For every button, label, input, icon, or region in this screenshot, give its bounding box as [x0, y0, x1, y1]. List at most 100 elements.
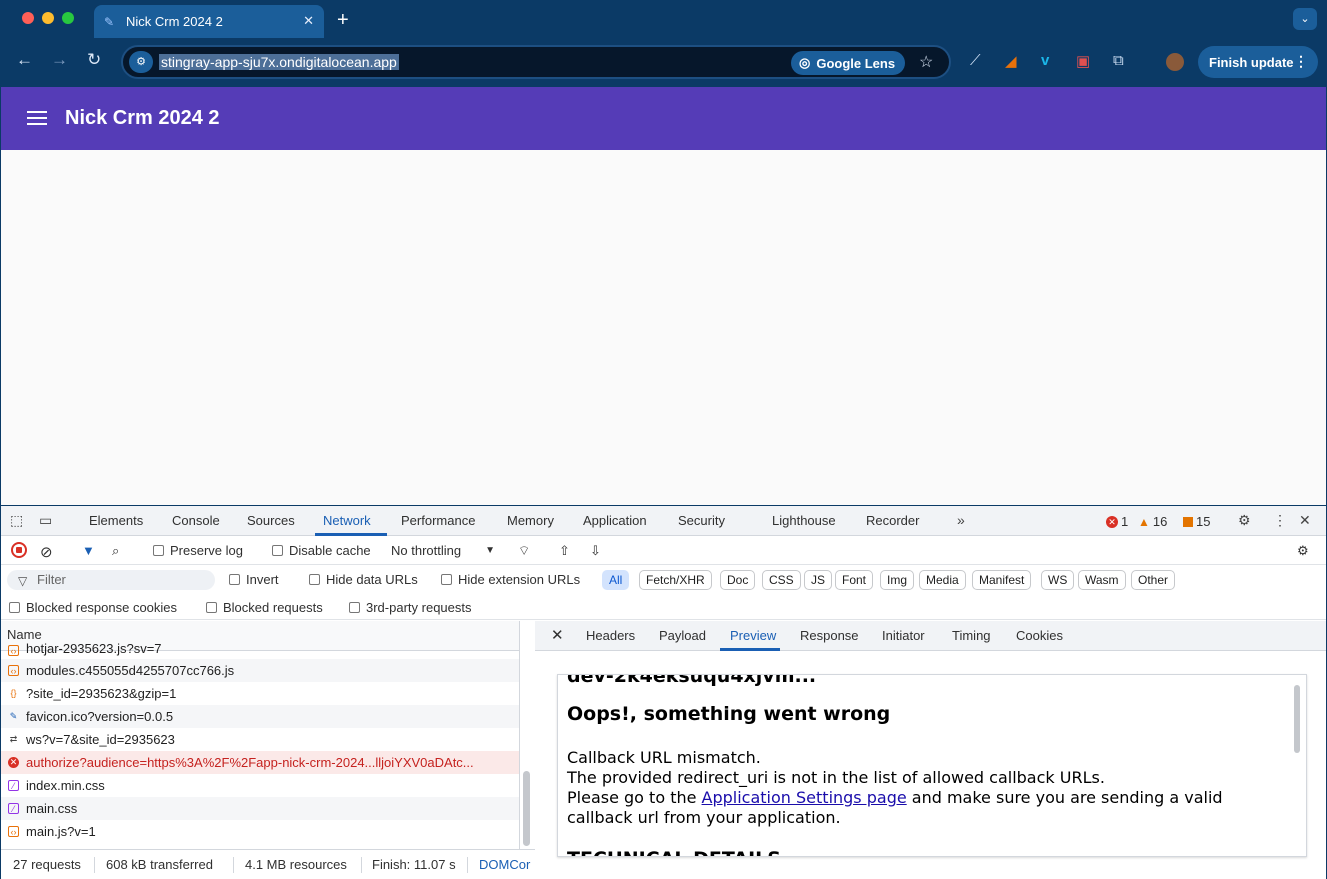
xhr-icon: {}	[10, 688, 17, 698]
preview-scrollbar[interactable]	[1294, 685, 1300, 753]
filter-funnel-icon[interactable]: ▼	[82, 543, 95, 558]
preserve-log-checkbox[interactable]: Preserve log	[153, 543, 243, 558]
close-tab-icon[interactable]: ✕	[303, 13, 314, 29]
site-settings-icon[interactable]: ⚙	[129, 51, 153, 73]
table-row[interactable]: ⇄ ws?v=7&site_id=2935623	[1, 728, 519, 751]
zoom-window-button[interactable]	[62, 12, 74, 24]
browser-tab[interactable]: ✎ Nick Crm 2024 2 ✕	[94, 5, 324, 38]
customize-menu-icon[interactable]: ⋮	[1273, 512, 1287, 529]
clear-icon[interactable]: ⊘	[40, 543, 53, 561]
type-filter-wasm[interactable]: Wasm	[1078, 570, 1126, 590]
image-file-icon: ✎	[9, 711, 18, 721]
tab-timing[interactable]: Timing	[952, 628, 991, 643]
warning-count[interactable]: ▲ 16	[1138, 514, 1167, 529]
vimeo-extension-icon[interactable]: v	[1041, 52, 1049, 69]
tab-headers[interactable]: Headers	[586, 628, 635, 643]
tab-memory[interactable]: Memory	[507, 513, 554, 528]
new-tab-icon[interactable]: +	[337, 9, 349, 32]
minimize-window-button[interactable]	[42, 12, 54, 24]
checkbox-icon	[153, 545, 164, 556]
invert-checkbox[interactable]: Invert	[229, 572, 279, 587]
active-tab-indicator	[315, 533, 387, 536]
table-row[interactable]: ⁄ main.css	[1, 797, 519, 820]
type-filter-fetch-xhr[interactable]: Fetch/XHR	[639, 570, 712, 590]
close-devtools-icon[interactable]: ✕	[1299, 512, 1311, 529]
tab-application[interactable]: Application	[583, 513, 647, 528]
filter-input[interactable]: ▽ Filter	[7, 570, 215, 590]
tab-search-icon[interactable]: ⌄	[1293, 8, 1317, 30]
settings-gear-icon[interactable]: ⚙	[1238, 512, 1251, 529]
extensions-puzzle-icon[interactable]: ⧉	[1113, 52, 1124, 69]
type-filter-font[interactable]: Font	[835, 570, 874, 590]
tab-payload[interactable]: Payload	[659, 628, 706, 643]
error-icon: ✕	[8, 757, 19, 768]
extension-4-icon[interactable]: ▣	[1076, 52, 1090, 70]
more-tabs-icon[interactable]: »	[957, 512, 965, 528]
type-filter-css[interactable]: CSS	[762, 570, 801, 590]
finish-update-button[interactable]: Finish update ⋮	[1198, 46, 1318, 78]
type-filter-manifest[interactable]: Manifest	[972, 570, 1032, 590]
import-har-icon[interactable]: ⇧	[559, 543, 570, 559]
table-row[interactable]: ⁄ index.min.css	[1, 774, 519, 797]
export-har-icon[interactable]: ⇩	[590, 543, 601, 559]
reload-icon[interactable]: ↻	[87, 50, 101, 70]
table-row[interactable]: ‹› hotjar-2935623.js?sv=7	[1, 643, 519, 659]
hide-data-urls-label: Hide data URLs	[326, 572, 418, 587]
tab-initiator[interactable]: Initiator	[882, 628, 925, 643]
throttling-select[interactable]: No throttling ▼	[391, 543, 495, 558]
table-row[interactable]: {} ?site_id=2935623&gzip=1	[1, 682, 519, 705]
type-filter-other[interactable]: Other	[1131, 570, 1176, 590]
tab-cookies[interactable]: Cookies	[1016, 628, 1063, 643]
table-row[interactable]: ‹› main.js?v=1	[1, 820, 519, 843]
type-filter-media[interactable]: Media	[919, 570, 966, 590]
tab-performance[interactable]: Performance	[401, 513, 475, 528]
address-bar[interactable]: ⚙ stingray-app-sju7x.ondigitalocean.app …	[121, 45, 951, 79]
type-filter-all[interactable]: All	[602, 570, 630, 590]
type-filter-doc[interactable]: Doc	[720, 570, 756, 590]
profile-avatar[interactable]	[1166, 53, 1184, 71]
third-party-checkbox[interactable]: 3rd-party requests	[349, 600, 472, 615]
request-list-scrollbar[interactable]	[523, 771, 530, 846]
bookmark-star-icon[interactable]: ☆	[919, 52, 933, 72]
stop-recording-icon[interactable]	[11, 542, 27, 558]
network-settings-icon[interactable]: ⚙	[1297, 543, 1309, 559]
type-filter-ws[interactable]: WS	[1041, 570, 1075, 590]
tab-elements[interactable]: Elements	[89, 513, 143, 528]
search-icon[interactable]: ⌕	[112, 543, 119, 559]
tab-lighthouse[interactable]: Lighthouse	[772, 513, 836, 528]
url-text[interactable]: stingray-app-sju7x.ondigitalocean.app	[159, 54, 399, 70]
error-count[interactable]: ✕ 1	[1106, 514, 1128, 529]
google-lens-button[interactable]: ◎ Google Lens	[791, 51, 906, 75]
issue-count[interactable]: 15	[1183, 514, 1210, 529]
extension-1-icon[interactable]: ⟋	[970, 52, 981, 69]
tab-recorder[interactable]: Recorder	[866, 513, 919, 528]
blocked-requests-checkbox[interactable]: Blocked requests	[206, 600, 323, 615]
hide-extension-urls-checkbox[interactable]: Hide extension URLs	[441, 572, 580, 587]
table-row[interactable]: ✎ favicon.ico?version=0.0.5	[1, 705, 519, 728]
hide-data-urls-checkbox[interactable]: Hide data URLs	[309, 572, 418, 587]
table-row[interactable]: ‹› modules.c455055d4255707cc766.js	[1, 659, 519, 682]
hamburger-menu-icon[interactable]	[27, 111, 47, 129]
type-filter-js[interactable]: JS	[804, 570, 833, 590]
browser-menu-icon[interactable]: ⋮	[1294, 53, 1308, 70]
tab-preview[interactable]: Preview	[730, 628, 776, 643]
warning-count-value: 16	[1152, 514, 1168, 529]
extension-2-icon[interactable]: ◢	[1005, 52, 1017, 70]
device-toolbar-icon[interactable]: ▭	[39, 512, 52, 529]
tab-security[interactable]: Security	[678, 513, 725, 528]
network-conditions-icon[interactable]: ⌔	[518, 543, 530, 559]
back-icon[interactable]: ←	[16, 50, 33, 70]
table-row[interactable]: ✕ authorize?audience=https%3A%2F%2Fapp-n…	[1, 751, 519, 774]
type-filter-img[interactable]: Img	[880, 570, 915, 590]
blocked-cookies-checkbox[interactable]: Blocked response cookies	[9, 600, 177, 615]
disable-cache-checkbox[interactable]: Disable cache	[272, 543, 371, 558]
tab-sources[interactable]: Sources	[247, 513, 295, 528]
forward-icon[interactable]: →	[51, 50, 68, 70]
tab-network[interactable]: Network	[323, 513, 371, 528]
application-settings-link[interactable]: Application Settings page	[702, 788, 907, 807]
close-window-button[interactable]	[22, 12, 34, 24]
tab-console[interactable]: Console	[172, 513, 220, 528]
close-detail-icon[interactable]: ✕	[551, 626, 564, 644]
inspect-element-icon[interactable]: ⬚	[10, 512, 23, 529]
tab-response[interactable]: Response	[800, 628, 859, 643]
